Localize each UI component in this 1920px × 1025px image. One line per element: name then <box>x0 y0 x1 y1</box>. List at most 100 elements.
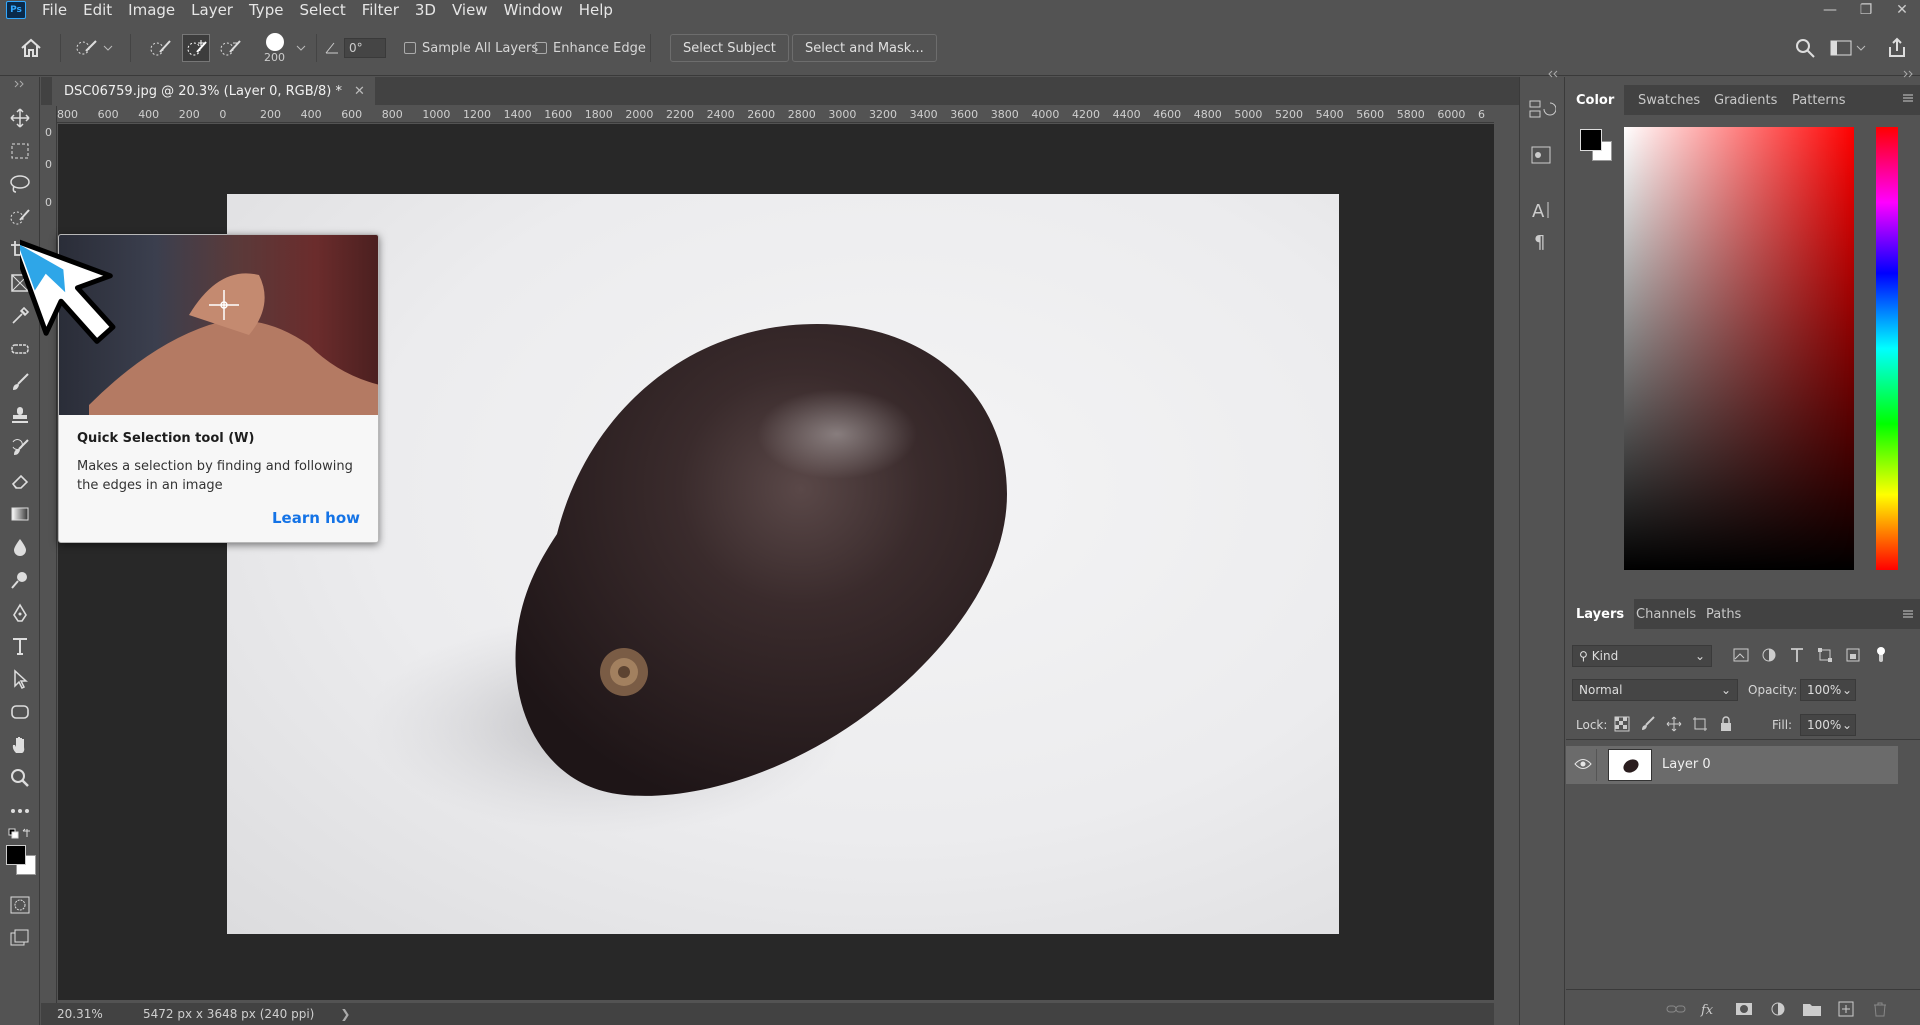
link-layers-icon[interactable] <box>1666 1001 1686 1017</box>
brush-size-picker[interactable]: 200 <box>264 20 285 76</box>
menu-select[interactable]: Select <box>291 0 353 20</box>
menu-image[interactable]: Image <box>120 0 183 20</box>
menu-filter[interactable]: Filter <box>354 0 407 20</box>
learn-how-link[interactable]: Learn how <box>272 509 360 527</box>
workspace-icon[interactable] <box>1830 20 1866 76</box>
tab-layers[interactable]: Layers <box>1566 599 1635 629</box>
chevron-down-icon[interactable] <box>296 20 306 76</box>
tool-preset-picker[interactable] <box>74 20 114 76</box>
fill-field[interactable]: 100% ⌄ <box>1800 714 1856 736</box>
move-tool-icon[interactable] <box>8 106 32 130</box>
horizontal-ruler[interactable]: 800 600 400 200 0 200 400 600 800 1000 1200 1400 160… <box>57 106 1494 123</box>
foreground-color-swatch[interactable] <box>1580 129 1602 151</box>
quick-mask-icon[interactable] <box>8 893 32 917</box>
layer-filter-select[interactable]: ⚲ Kind ⌄ <box>1572 645 1712 667</box>
path-selection-tool-icon[interactable] <box>8 667 32 691</box>
enhance-edge-checkbox[interactable]: Enhance Edge <box>535 20 646 76</box>
foreground-color-swatch[interactable] <box>6 845 26 865</box>
history-panel-icon[interactable] <box>1528 99 1556 123</box>
subtract-from-selection-icon[interactable] <box>218 20 242 76</box>
layer-style-icon[interactable]: fx <box>1700 1001 1720 1017</box>
opacity-field[interactable]: 100% ⌄ <box>1800 679 1856 701</box>
menu-view[interactable]: View <box>444 0 496 20</box>
tab-color[interactable]: Color <box>1566 85 1625 115</box>
lock-position-icon[interactable] <box>1666 716 1682 732</box>
properties-panel-icon[interactable] <box>1528 143 1556 167</box>
panel-menu-icon[interactable] <box>1902 609 1914 619</box>
close-icon[interactable]: ✕ <box>1884 0 1920 20</box>
status-expand-icon[interactable]: ❯ <box>340 1007 350 1021</box>
lock-image-pixels-icon[interactable] <box>1640 716 1656 732</box>
lock-artboard-icon[interactable] <box>1692 716 1708 732</box>
menu-3d[interactable]: 3D <box>407 0 444 20</box>
blend-mode-select[interactable]: Normal ⌄ <box>1572 679 1738 701</box>
visibility-eye-icon[interactable] <box>1574 757 1592 771</box>
pixel-filter-icon[interactable] <box>1732 646 1750 664</box>
tab-paths[interactable]: Paths <box>1696 599 1751 629</box>
more-tools-icon[interactable] <box>8 799 32 823</box>
default-colors-icon[interactable] <box>8 827 32 841</box>
tab-channels[interactable]: Channels <box>1626 599 1706 629</box>
document-image[interactable] <box>227 194 1339 934</box>
minimize-icon[interactable]: — <box>1812 0 1848 20</box>
color-picker-field[interactable] <box>1624 127 1854 570</box>
history-brush-tool-icon[interactable] <box>8 436 32 460</box>
new-adjustment-layer-icon[interactable] <box>1768 1001 1788 1017</box>
close-tab-icon[interactable]: ✕ <box>354 84 365 99</box>
tab-gradients[interactable]: Gradients <box>1704 85 1787 115</box>
lasso-tool-icon[interactable] <box>8 172 32 196</box>
color-panel-swatches[interactable] <box>1580 129 1614 163</box>
screen-mode-icon[interactable] <box>8 926 32 950</box>
tab-swatches[interactable]: Swatches <box>1628 85 1710 115</box>
lock-transparent-pixels-icon[interactable] <box>1614 716 1630 732</box>
zoom-tool-icon[interactable] <box>8 766 32 790</box>
pen-tool-icon[interactable] <box>8 601 32 625</box>
lock-all-icon[interactable] <box>1718 716 1734 732</box>
color-swatches[interactable] <box>6 845 36 875</box>
panel-menu-icon[interactable] <box>1902 93 1914 103</box>
select-and-mask-button[interactable]: Select and Mask... <box>792 34 937 62</box>
home-icon[interactable] <box>20 20 42 76</box>
tab-patterns[interactable]: Patterns <box>1782 85 1856 115</box>
dodge-tool-icon[interactable] <box>8 568 32 592</box>
filter-toggle-icon[interactable] <box>1872 646 1890 664</box>
menu-help[interactable]: Help <box>571 0 621 20</box>
zoom-level[interactable]: 20.31% <box>57 1007 131 1021</box>
eraser-tool-icon[interactable] <box>8 469 32 493</box>
menu-type[interactable]: Type <box>241 0 291 20</box>
new-group-icon[interactable] <box>1802 1001 1822 1017</box>
layer-name[interactable]: Layer 0 <box>1662 757 1711 772</box>
menu-file[interactable]: File <box>34 0 75 20</box>
gradient-tool-icon[interactable] <box>8 502 32 526</box>
type-tool-icon[interactable] <box>8 634 32 658</box>
document-tab[interactable]: DSC06759.jpg @ 20.3% (Layer 0, RGB/8) * … <box>52 77 375 105</box>
add-to-selection-icon[interactable] <box>182 20 210 76</box>
menu-window[interactable]: Window <box>496 0 571 20</box>
smart-object-filter-icon[interactable] <box>1844 646 1862 664</box>
blur-tool-icon[interactable] <box>8 535 32 559</box>
expand-toolbar-icon[interactable] <box>8 77 32 91</box>
shape-filter-icon[interactable] <box>1816 646 1834 664</box>
restore-icon[interactable]: ❐ <box>1848 0 1884 20</box>
layer-row[interactable]: Layer 0 <box>1566 746 1898 784</box>
menu-layer[interactable]: Layer <box>183 0 241 20</box>
select-subject-button[interactable]: Select Subject <box>670 34 789 62</box>
delete-layer-icon[interactable] <box>1870 1001 1890 1017</box>
character-panel-icon[interactable]: A <box>1528 198 1556 222</box>
menu-edit[interactable]: Edit <box>75 0 120 20</box>
search-icon[interactable] <box>1794 20 1816 76</box>
adjustment-filter-icon[interactable] <box>1760 646 1778 664</box>
collapse-panels-icon[interactable] <box>1547 70 1559 78</box>
marquee-tool-icon[interactable] <box>8 139 32 163</box>
expand-panels-icon[interactable] <box>1902 70 1914 78</box>
new-layer-icon[interactable] <box>1836 1001 1856 1017</box>
angle-field[interactable]: 0° <box>344 38 386 58</box>
new-selection-icon[interactable] <box>148 20 172 76</box>
rectangle-tool-icon[interactable] <box>8 700 32 724</box>
sample-all-layers-checkbox[interactable]: Sample All Layers <box>404 20 538 76</box>
type-filter-icon[interactable] <box>1788 646 1806 664</box>
share-icon[interactable] <box>1886 20 1908 76</box>
add-mask-icon[interactable] <box>1734 1001 1754 1017</box>
hue-slider[interactable] <box>1876 127 1898 570</box>
paragraph-panel-icon[interactable]: ¶ <box>1528 229 1556 253</box>
